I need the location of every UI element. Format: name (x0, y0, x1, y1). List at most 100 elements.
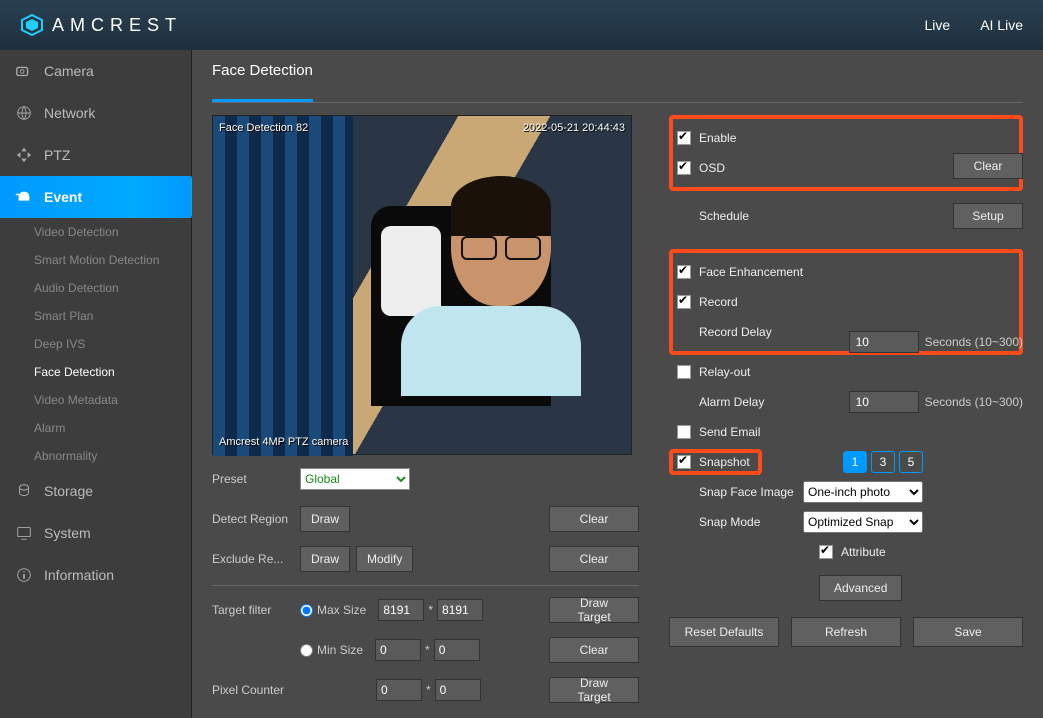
header-nav: Live AI Live (925, 17, 1024, 33)
sidebar-item-storage[interactable]: Storage (0, 470, 191, 512)
nav-ai-live[interactable]: AI Live (980, 17, 1023, 33)
header-bar: AMCREST Live AI Live (0, 0, 1043, 50)
detect-clear-button[interactable]: Clear (549, 506, 639, 532)
sub-deep-ivs[interactable]: Deep IVS (34, 330, 191, 358)
brand-logo: AMCREST (20, 13, 182, 37)
sidebar-label: Event (44, 189, 82, 205)
draw-target-max-button[interactable]: Draw Target (549, 597, 639, 623)
snapshot-checkbox[interactable] (677, 455, 691, 469)
reset-defaults-button[interactable]: Reset Defaults (669, 617, 779, 647)
overlay-top-left: Face Detection 82 (219, 122, 308, 134)
main-content: Face Detection Face Detection 82 2022-05… (192, 50, 1043, 718)
snap-5-button[interactable]: 5 (899, 451, 923, 473)
record-checkbox[interactable] (677, 295, 691, 309)
sidebar-label: System (44, 525, 91, 541)
video-preview[interactable]: Face Detection 82 2022-05-21 20:44:43 Am… (212, 115, 632, 455)
sidebar-item-information[interactable]: Information (0, 554, 191, 596)
clear-target-button[interactable]: Clear (549, 637, 639, 663)
sub-smart-plan[interactable]: Smart Plan (34, 302, 191, 330)
advanced-button[interactable]: Advanced (819, 575, 902, 601)
refresh-button[interactable]: Refresh (791, 617, 901, 647)
exclude-region-label: Exclude Re... (212, 552, 300, 566)
page-title-wrap: Face Detection (212, 62, 1023, 103)
face-enhancement-checkbox[interactable] (677, 265, 691, 279)
snap-face-image-select[interactable]: One-inch photo (803, 481, 923, 503)
face-enhancement-label: Face Enhancement (699, 265, 803, 279)
overlay-bottom-left: Amcrest 4MP PTZ camera (219, 436, 348, 448)
sidebar: Camera Network PTZ Event Video Detection… (0, 50, 192, 718)
min-size-radio[interactable] (300, 644, 313, 657)
target-filter-label: Target filter (212, 603, 300, 617)
min-h-input[interactable] (434, 639, 480, 661)
send-email-checkbox[interactable] (677, 425, 691, 439)
sub-video-metadata[interactable]: Video Metadata (34, 386, 191, 414)
enable-label: Enable (699, 131, 736, 145)
draw-target-pc-button[interactable]: Draw Target (549, 677, 639, 703)
event-icon (14, 187, 34, 207)
osd-label: OSD (699, 161, 725, 175)
action-bar: Reset Defaults Refresh Save (669, 617, 1023, 647)
attribute-checkbox[interactable] (819, 545, 833, 559)
nav-live[interactable]: Live (925, 17, 951, 33)
preset-select[interactable]: Global (300, 468, 410, 490)
network-icon (14, 103, 34, 123)
record-label: Record (699, 295, 738, 309)
max-size-label: Max Size (317, 603, 366, 617)
pc-h-input[interactable] (435, 679, 481, 701)
sidebar-label: Network (44, 105, 95, 121)
record-delay-input[interactable] (849, 331, 919, 353)
hexagon-icon (20, 13, 44, 37)
save-button[interactable]: Save (913, 617, 1023, 647)
exclude-modify-button[interactable]: Modify (356, 546, 413, 572)
right-column: Enable OSD Clear Schedule Setup (669, 115, 1023, 706)
pc-w-input[interactable] (376, 679, 422, 701)
osd-clear-button[interactable]: Clear (953, 153, 1023, 179)
max-w-input[interactable] (378, 599, 424, 621)
schedule-setup-button[interactable]: Setup (953, 203, 1023, 229)
sidebar-item-event[interactable]: Event (0, 176, 191, 218)
snap-1-button[interactable]: 1 (843, 451, 867, 473)
snap-mode-select[interactable]: Optimized Snap (803, 511, 923, 533)
snap-face-image-label: Snap Face Image (699, 485, 794, 499)
max-size-radio[interactable] (300, 604, 313, 617)
overlay-timestamp: 2022-05-21 20:44:43 (523, 122, 625, 134)
min-w-input[interactable] (375, 639, 421, 661)
snap-mode-label: Snap Mode (699, 515, 760, 529)
sub-video-detection[interactable]: Video Detection (34, 218, 191, 246)
sidebar-item-ptz[interactable]: PTZ (0, 134, 191, 176)
sub-abnormality[interactable]: Abnormality (34, 442, 191, 470)
sidebar-label: Storage (44, 483, 93, 499)
sidebar-item-camera[interactable]: Camera (0, 50, 191, 92)
info-icon (14, 565, 34, 585)
sidebar-label: Camera (44, 63, 94, 79)
sidebar-item-system[interactable]: System (0, 512, 191, 554)
relay-out-checkbox[interactable] (677, 365, 691, 379)
snapshot-label: Snapshot (699, 455, 750, 469)
attribute-label: Attribute (841, 545, 886, 559)
relay-out-label: Relay-out (699, 365, 750, 379)
pixel-counter-label: Pixel Counter (212, 683, 300, 697)
detect-draw-button[interactable]: Draw (300, 506, 350, 532)
enable-checkbox[interactable] (677, 131, 691, 145)
ptz-icon (14, 145, 34, 165)
exclude-draw-button[interactable]: Draw (300, 546, 350, 572)
preset-label: Preset (212, 472, 300, 486)
exclude-clear-button[interactable]: Clear (549, 546, 639, 572)
sub-smd[interactable]: Smart Motion Detection (34, 246, 191, 274)
record-delay-suffix: Seconds (10~300) (925, 335, 1023, 349)
schedule-label: Schedule (699, 209, 819, 223)
sub-alarm[interactable]: Alarm (34, 414, 191, 442)
sub-face-detection[interactable]: Face Detection (34, 358, 191, 386)
sidebar-label: Information (44, 567, 114, 583)
alarm-delay-suffix: Seconds (10~300) (925, 395, 1023, 409)
page-title: Face Detection (212, 62, 313, 91)
osd-checkbox[interactable] (677, 161, 691, 175)
sub-audio-detection[interactable]: Audio Detection (34, 274, 191, 302)
alarm-delay-input[interactable] (849, 391, 919, 413)
max-h-input[interactable] (437, 599, 483, 621)
sidebar-item-network[interactable]: Network (0, 92, 191, 134)
record-delay-label: Record Delay (699, 325, 772, 339)
sidebar-label: PTZ (44, 147, 70, 163)
alarm-delay-label: Alarm Delay (699, 395, 764, 409)
snap-3-button[interactable]: 3 (871, 451, 895, 473)
